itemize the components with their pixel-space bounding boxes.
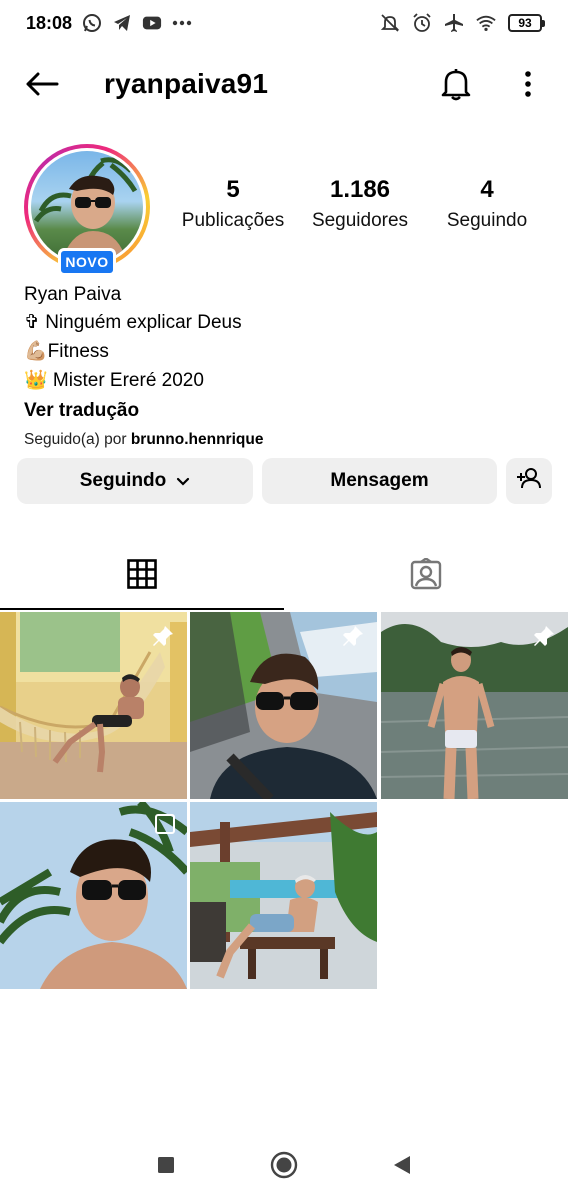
avatar bbox=[31, 151, 143, 263]
profile-actions: Seguindo Mensagem bbox=[17, 458, 552, 504]
profile-header: ryanpaiva91 bbox=[0, 56, 568, 112]
profile-name: Ryan Paiva bbox=[24, 284, 122, 305]
followed-by-text: Seguido(a) por brunno.hennrique bbox=[24, 429, 544, 451]
recent-apps-button[interactable] bbox=[107, 1142, 225, 1192]
tab-tagged[interactable] bbox=[284, 542, 568, 610]
bio-line: 💪🏼Fitness bbox=[24, 341, 109, 362]
notification-bell-icon[interactable] bbox=[438, 64, 474, 104]
home-button[interactable] bbox=[225, 1142, 343, 1192]
recent-apps-icon bbox=[157, 1156, 175, 1179]
post-thumbnail[interactable] bbox=[381, 612, 568, 799]
see-translation-link[interactable]: Ver tradução bbox=[24, 397, 544, 425]
back-icon bbox=[392, 1155, 412, 1180]
bio-line: ✞ Ninguém explicar Deus bbox=[24, 312, 242, 333]
post-thumbnail[interactable] bbox=[0, 612, 187, 799]
post-thumbnail[interactable] bbox=[190, 612, 377, 799]
battery-indicator: 93 bbox=[508, 14, 545, 32]
profile-bio: Ryan Paiva ✞ Ninguém explicar Deus 💪🏼Fit… bbox=[24, 282, 544, 451]
bell-muted-icon bbox=[380, 13, 400, 33]
stat-following[interactable]: 4 Seguindo bbox=[424, 176, 550, 232]
status-time: 18:08 bbox=[26, 12, 73, 33]
stat-posts[interactable]: 5 Publicações bbox=[170, 176, 296, 232]
profile-tabs bbox=[0, 542, 568, 610]
post-thumbnail[interactable] bbox=[190, 802, 377, 989]
message-button[interactable]: Mensagem bbox=[262, 458, 497, 504]
stat-following-label: Seguindo bbox=[446, 210, 528, 231]
profile-username: ryanpaiva91 bbox=[104, 68, 269, 99]
more-options-icon[interactable] bbox=[510, 64, 546, 104]
pinned-icon bbox=[151, 624, 175, 653]
chevron-down-icon bbox=[176, 470, 190, 492]
bio-line: 👑 Mister Ereré 2020 bbox=[24, 370, 204, 391]
stat-following-value: 4 bbox=[480, 176, 494, 203]
system-nav-bar bbox=[0, 1134, 568, 1200]
post-image-pool bbox=[190, 802, 377, 989]
grid-icon bbox=[127, 558, 157, 594]
back-button[interactable] bbox=[343, 1142, 461, 1192]
stat-followers[interactable]: 1.186 Seguidores bbox=[297, 176, 423, 232]
telegram-icon bbox=[112, 13, 132, 33]
pinned-icon bbox=[532, 624, 556, 653]
airplane-icon bbox=[444, 13, 464, 33]
stat-posts-value: 5 bbox=[226, 176, 240, 203]
profile-stats: 5 Publicações 1.186 Seguidores 4 Seguind… bbox=[170, 176, 550, 232]
stat-followers-label: Seguidores bbox=[311, 210, 409, 231]
new-badge: NOVO bbox=[58, 248, 116, 276]
stat-posts-label: Publicações bbox=[181, 210, 285, 231]
tab-posts-grid[interactable] bbox=[0, 542, 284, 610]
pinned-icon bbox=[341, 624, 365, 653]
carousel-icon bbox=[155, 814, 175, 834]
alarm-icon bbox=[412, 13, 432, 33]
home-icon bbox=[270, 1151, 298, 1184]
stat-followers-value: 1.186 bbox=[329, 176, 391, 203]
followed-by-prefix: Seguido(a) por bbox=[24, 431, 131, 448]
following-button[interactable]: Seguindo bbox=[17, 458, 253, 504]
youtube-icon bbox=[142, 13, 162, 33]
tagged-icon bbox=[410, 556, 442, 595]
following-button-label: Seguindo bbox=[79, 470, 167, 491]
back-arrow-icon[interactable] bbox=[22, 64, 62, 104]
wifi-icon bbox=[476, 13, 496, 33]
whatsapp-icon bbox=[82, 13, 102, 33]
add-person-icon bbox=[516, 467, 542, 495]
more-dots-icon bbox=[172, 13, 192, 33]
post-thumbnail[interactable] bbox=[0, 802, 187, 989]
followed-by-user-link[interactable]: brunno.hennrique bbox=[131, 431, 264, 448]
status-bar: 18:08 93 bbox=[0, 0, 568, 46]
suggest-user-button[interactable] bbox=[506, 458, 552, 504]
